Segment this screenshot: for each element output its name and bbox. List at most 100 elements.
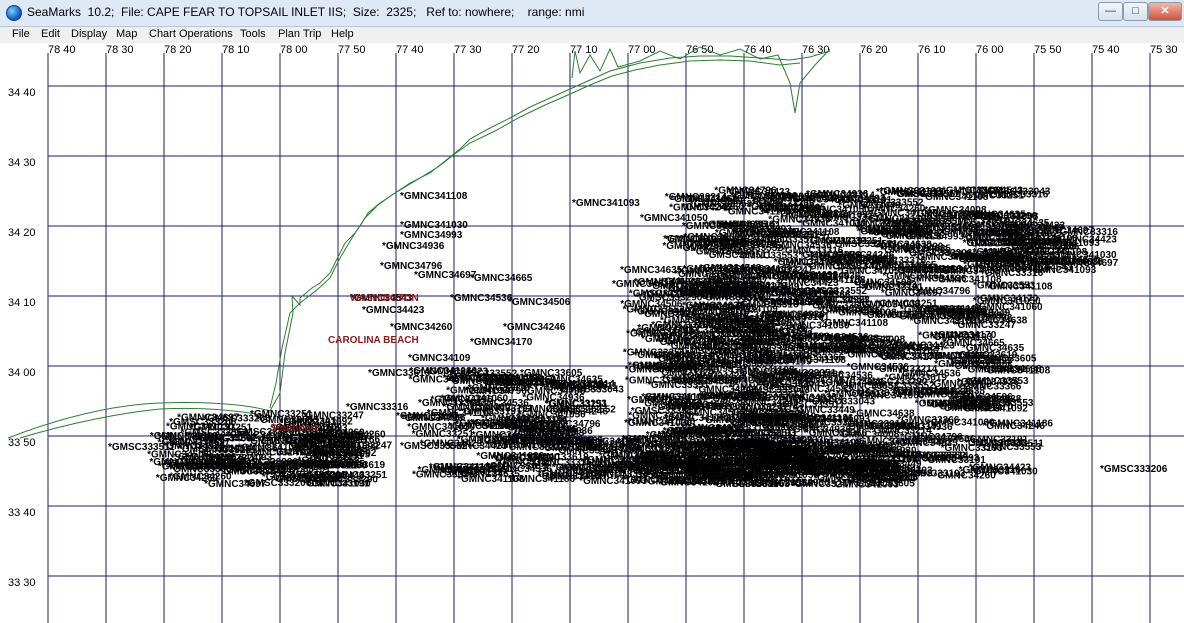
clutter-mark: *GMNC34260 <box>682 202 745 213</box>
longitude-label: 76 00 <box>976 44 1004 56</box>
clutter-mark: *GMNC33191 <box>308 479 371 490</box>
menu-edit[interactable]: Edit <box>41 28 60 40</box>
clutter-mark: *GMNC34993 <box>519 404 582 415</box>
clutter-mark: *GMNC33191 <box>268 464 331 475</box>
clutter-mark: *GMNC34697 <box>1056 258 1119 269</box>
clutter-mark: *GMSC333206 <box>773 447 841 458</box>
clutter-mark: *GMNC33605 <box>974 354 1037 365</box>
chart-mark-label[interactable]: *GMNC34423 <box>362 305 425 316</box>
maximize-button[interactable]: □ <box>1123 2 1148 21</box>
chart-mark-label[interactable]: *GMNC34170 <box>470 337 533 348</box>
longitude-label: 78 30 <box>106 44 134 56</box>
chart-mark-label[interactable]: *GMNC341093 <box>572 198 640 209</box>
menu-plan-trip[interactable]: Plan Trip <box>278 28 321 40</box>
town-label[interactable]: WASHINGTON <box>350 293 419 304</box>
latitude-label: 34 30 <box>8 157 36 169</box>
longitude-label: 76 10 <box>918 44 946 56</box>
clutter-mark: *GMNC34423 <box>969 463 1032 474</box>
clutter-mark: *GMNC34936 <box>806 189 869 200</box>
clutter-mark: *GMNC34993 <box>659 461 722 472</box>
clutter-mark: *GMNC33193 <box>839 346 902 357</box>
chart-mark-label[interactable]: *GMNC34109 <box>408 353 471 364</box>
clutter-mark: *GMSC333043 <box>742 385 810 396</box>
chart-mark-label[interactable]: *GMNC34506 <box>508 297 571 308</box>
clutter-mark: *GMNC34936 <box>837 459 900 470</box>
clutter-mark: *GMNC33553 <box>966 376 1029 387</box>
chart-mark-label[interactable]: *GMNC34260 <box>390 322 453 333</box>
longitude-label: 78 10 <box>222 44 250 56</box>
longitude-label: 75 50 <box>1034 44 1062 56</box>
latitude-label: 33 50 <box>8 437 36 449</box>
clutter-mark: *GMSC333043 <box>808 397 876 408</box>
clutter-mark: *GMNC341108 <box>985 281 1053 292</box>
clutter-mark: *GMNC341060 <box>965 254 1033 265</box>
clutter-mark: *GMNC341093 <box>698 291 766 302</box>
longitude-label: 78 00 <box>280 44 308 56</box>
longitude-label: 77 10 <box>570 44 598 56</box>
menu-help[interactable]: Help <box>331 28 354 40</box>
longitude-label: 77 00 <box>628 44 656 56</box>
overlapping-marks-cluster: *GMNC33366 *GMNC34536 *GMNC34993 *GMNC33619… <box>147 185 1118 490</box>
clutter-mark: *GMNC34665 <box>739 412 802 423</box>
longitude-label: 77 30 <box>454 44 482 56</box>
clutter-mark: *GMNC33366 <box>757 204 820 215</box>
chart-canvas[interactable]: 78 40 78 30 78 20 78 10 78 00 77 50 77 40 77 30… <box>0 43 1184 623</box>
clutter-mark: *GMNC34423 <box>962 233 1025 244</box>
menu-bar: File Edit Display Map Chart Operations T… <box>0 27 1184 43</box>
clutter-mark: *GMNC34697 <box>625 365 688 376</box>
clutter-mark: *GMNC33316 <box>844 419 907 430</box>
chart-mark-label[interactable]: *GMNC34665 <box>470 273 533 284</box>
chart-mark-label[interactable]: *GMNC34993 <box>400 230 463 241</box>
longitude-label: 77 50 <box>338 44 366 56</box>
menu-map[interactable]: Map <box>116 28 137 40</box>
clutter-mark: *GMNC33247 <box>242 448 305 459</box>
town-label[interactable]: CAROLINA BEACH <box>328 335 419 346</box>
chart-mark-label[interactable]: *GMNC34536 <box>450 293 513 304</box>
clutter-mark: *GMSC333043 <box>629 289 697 300</box>
minimize-button[interactable]: — <box>1098 2 1123 21</box>
latitude-label: 34 10 <box>8 297 36 309</box>
chart-mark-label[interactable]: *GMNC341108 <box>400 191 468 202</box>
clutter-mark: *GMNC33251 <box>653 331 716 342</box>
clutter-mark: *GMNC33619 <box>900 304 963 315</box>
longitude-label: 76 40 <box>744 44 772 56</box>
map-grid: 78 40 78 30 78 20 78 10 78 00 77 50 77 40 77 30… <box>8 44 1184 623</box>
clutter-mark: *GMNC341186 <box>986 419 1054 430</box>
clutter-mark: *GMSC333043 <box>678 346 746 357</box>
latitude-label: 34 40 <box>8 87 36 99</box>
coastline-inlet <box>571 46 831 114</box>
clutter-mark: *GMNC34260 <box>169 471 232 482</box>
clutter-mark: *GMNC33366 <box>651 320 714 331</box>
clutter-mark: *GMSC333206 <box>244 478 312 489</box>
latitude-label: 33 40 <box>8 507 36 519</box>
menu-display[interactable]: Display <box>71 28 107 40</box>
chart-mark-label[interactable]: *GMNC34936 <box>382 241 445 252</box>
clutter-mark: *GMNC34665 <box>942 338 1005 349</box>
menu-file[interactable]: File <box>12 28 30 40</box>
clutter-mark: *GMNC33316 <box>864 256 927 267</box>
clutter-mark: *GMNC34936 <box>822 377 885 388</box>
close-button[interactable]: ✕ <box>1148 2 1182 21</box>
clutter-mark: *GMNC34638 <box>979 364 1042 375</box>
longitude-label: 76 20 <box>860 44 888 56</box>
chart-mark-label[interactable]: *GMSC333206 <box>1100 464 1168 475</box>
clutter-mark: *GMNC34543 <box>719 310 782 321</box>
chart-mark-label[interactable]: *GMNC34246 <box>503 322 566 333</box>
clutter-mark: *GMNC33247 <box>770 467 833 478</box>
clutter-mark: *GMNC34635 <box>541 375 604 386</box>
clutter-mark: *GMNC33191 <box>440 467 503 478</box>
town-label[interactable]: Southport <box>270 423 318 434</box>
clutter-mark: *GMNC33553 <box>623 305 686 316</box>
clutter-mark: *GMSC333511 <box>825 334 892 345</box>
longitude-label: 77 20 <box>512 44 540 56</box>
clutter-mark: *GMNC33553 <box>750 478 813 489</box>
chart-mark-label[interactable]: *GMNC34697 <box>414 270 477 281</box>
latitude-label: 34 00 <box>8 367 36 379</box>
clutter-mark: *GMNC34170 <box>976 293 1039 304</box>
menu-chart-operations[interactable]: Chart Operations <box>149 28 233 40</box>
menu-tools[interactable]: Tools <box>240 28 266 40</box>
latitude-label: 34 20 <box>8 227 36 239</box>
clutter-mark: *GMNC34543 <box>522 428 585 439</box>
clutter-mark: *GMNC34423 <box>420 439 483 450</box>
clutter-mark: *GMNC34796 <box>465 386 528 397</box>
